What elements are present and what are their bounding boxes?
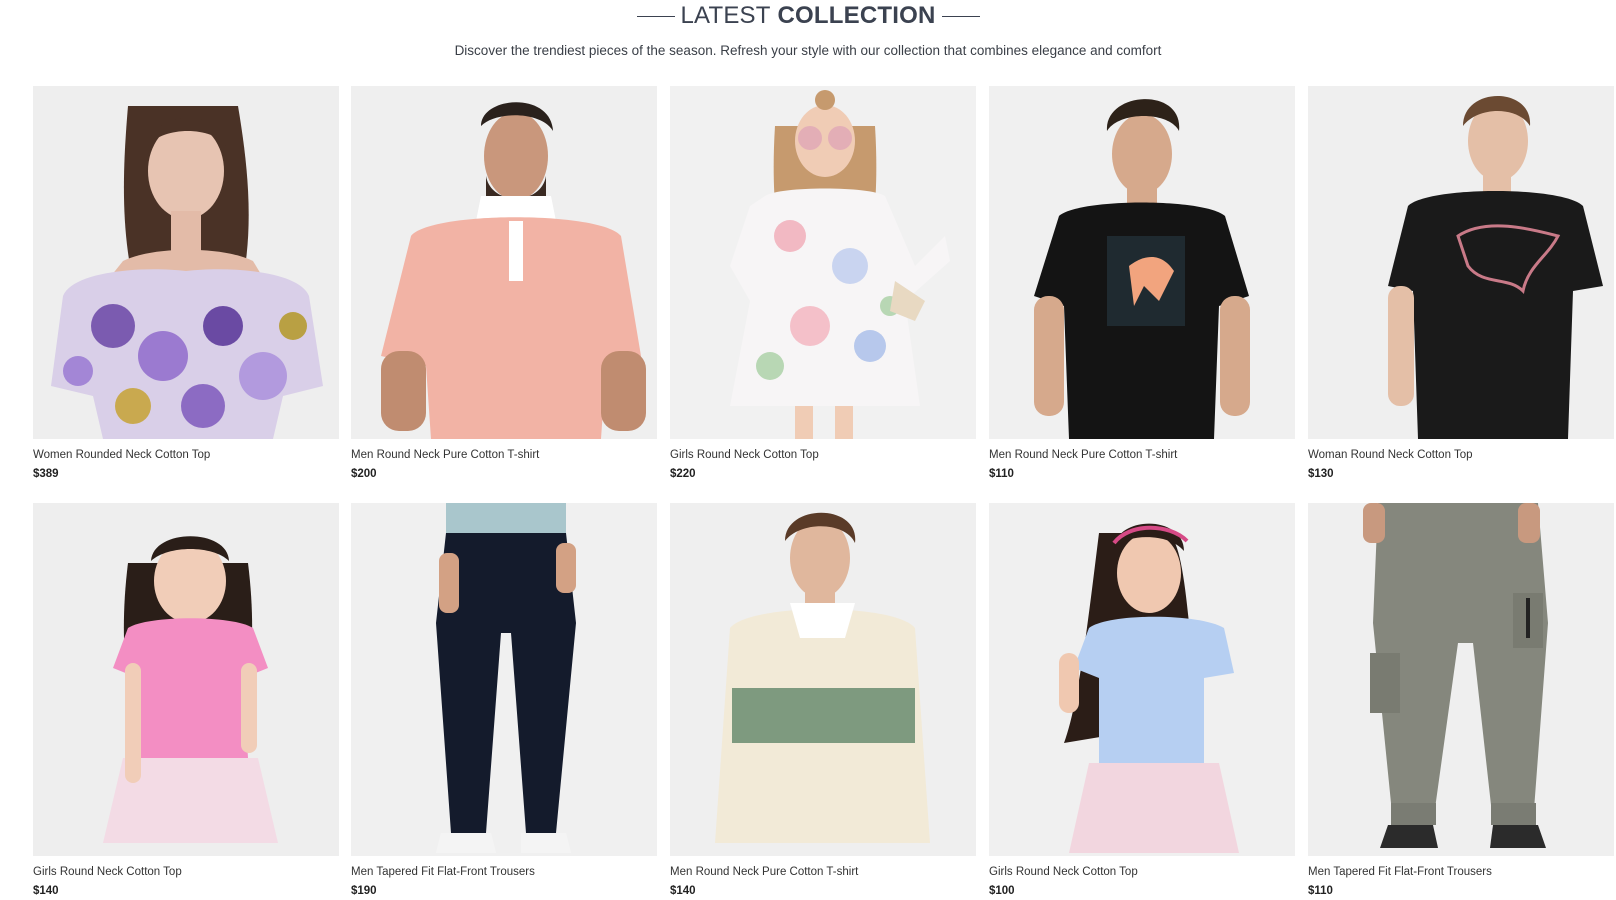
man-black-tshirt-image (989, 86, 1295, 439)
product-image[interactable] (670, 86, 976, 439)
product-image[interactable] (670, 503, 976, 856)
man-grey-cargo-image (1308, 503, 1614, 856)
girl-blue-top-image (989, 503, 1295, 856)
product-price: $200 (351, 468, 377, 480)
product-price: $110 (989, 468, 1014, 480)
product-name[interactable]: Girls Round Neck Cotton Top (989, 866, 1295, 878)
product-price: $220 (670, 468, 696, 480)
girl-floral-dress-image (670, 86, 976, 439)
product-image[interactable] (33, 503, 339, 856)
product-price: $130 (1308, 468, 1334, 480)
product-card[interactable]: Girls Round Neck Cotton Top $100 (989, 503, 1295, 897)
product-name[interactable]: Men Round Neck Pure Cotton T-shirt (670, 866, 976, 878)
product-card[interactable]: Girls Round Neck Cotton Top $140 (33, 503, 339, 897)
title-light: LATEST (680, 2, 771, 29)
product-card[interactable]: Men Round Neck Pure Cotton T-shirt $140 (670, 503, 976, 897)
product-name[interactable]: Women Rounded Neck Cotton Top (33, 449, 339, 461)
product-card[interactable]: Women Rounded Neck Cotton Top $389 (33, 86, 339, 480)
product-price: $140 (670, 885, 696, 897)
title-bold: COLLECTION (777, 2, 936, 29)
woman-black-tshirt-image (1308, 86, 1614, 439)
product-card[interactable]: Girls Round Neck Cotton Top $220 (670, 86, 976, 480)
section-title: LATEST COLLECTION (681, 2, 936, 30)
product-name[interactable]: Girls Round Neck Cotton Top (670, 449, 976, 461)
product-card[interactable]: Woman Round Neck Cotton Top $130 (1308, 86, 1614, 480)
product-image[interactable] (989, 86, 1295, 439)
product-name[interactable]: Men Round Neck Pure Cotton T-shirt (989, 449, 1295, 461)
man-cream-rugby-image (670, 503, 976, 856)
product-card[interactable]: Men Tapered Fit Flat-Front Trousers $190 (351, 503, 657, 897)
product-card[interactable]: Men Round Neck Pure Cotton T-shirt $110 (989, 86, 1295, 480)
product-price: $190 (351, 885, 377, 897)
product-image[interactable] (1308, 503, 1614, 856)
woman-floral-top-image (33, 86, 339, 439)
section-subtitle: Discover the trendiest pieces of the sea… (454, 43, 1162, 58)
product-name[interactable]: Woman Round Neck Cotton Top (1308, 449, 1614, 461)
girl-pink-top-image (33, 503, 339, 856)
product-price: $389 (33, 468, 59, 480)
product-price: $100 (989, 885, 1015, 897)
product-name[interactable]: Men Tapered Fit Flat-Front Trousers (351, 866, 657, 878)
product-card[interactable]: Men Tapered Fit Flat-Front Trousers $110 (1308, 503, 1614, 897)
product-image[interactable] (351, 86, 657, 439)
product-card[interactable]: Men Round Neck Pure Cotton T-shirt $200 (351, 86, 657, 480)
product-name[interactable]: Men Tapered Fit Flat-Front Trousers (1308, 866, 1614, 878)
product-image[interactable] (351, 503, 657, 856)
product-image[interactable] (989, 503, 1295, 856)
man-navy-trousers-image (351, 503, 657, 856)
product-image[interactable] (33, 86, 339, 439)
product-price: $140 (33, 885, 59, 897)
section-title-row: LATEST COLLECTION (0, 2, 1616, 30)
man-pink-polo-image (351, 86, 657, 439)
product-image[interactable] (1308, 86, 1614, 439)
product-name[interactable]: Girls Round Neck Cotton Top (33, 866, 339, 878)
product-price: $110 (1308, 885, 1333, 897)
product-name[interactable]: Men Round Neck Pure Cotton T-shirt (351, 449, 657, 461)
title-rule-right (941, 15, 980, 17)
title-rule-left (636, 15, 675, 17)
